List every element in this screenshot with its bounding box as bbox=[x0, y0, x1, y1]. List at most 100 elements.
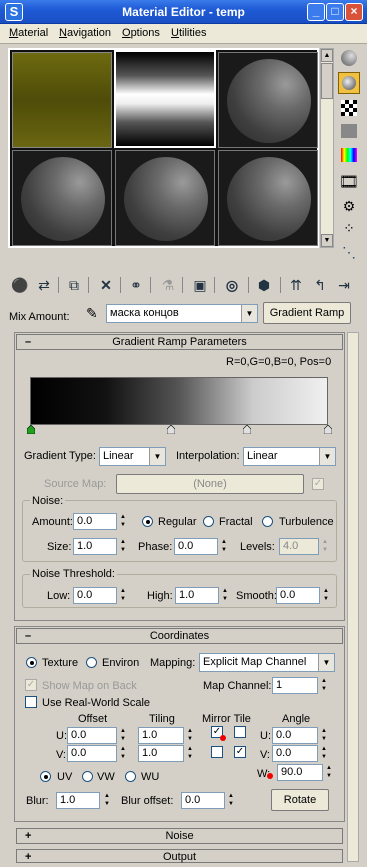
threshold-smooth-spinner[interactable]: ▲ ▼ bbox=[321, 587, 331, 604]
pick-material-eyedropper-icon[interactable]: ✎ bbox=[86, 305, 98, 322]
scroll-thumb[interactable] bbox=[321, 63, 333, 99]
chevron-down-icon[interactable]: ▼ bbox=[318, 654, 334, 671]
put-to-scene-icon[interactable]: ⇄ bbox=[34, 274, 54, 296]
source-map-button[interactable]: (None) bbox=[116, 474, 304, 494]
u-angle-spinner[interactable]: ▲ ▼ bbox=[319, 727, 329, 744]
menu-utilities[interactable]: Utilities bbox=[171, 27, 206, 39]
get-material-icon[interactable]: ⚫ bbox=[10, 274, 30, 296]
put-to-library-icon[interactable]: ⚗ bbox=[158, 274, 178, 296]
reset-map-icon[interactable]: ✕ bbox=[96, 274, 116, 296]
v-angle-spinner[interactable]: ▲ ▼ bbox=[319, 745, 329, 762]
sample-slot-4[interactable] bbox=[12, 150, 112, 246]
threshold-low-field[interactable]: 0.0 bbox=[73, 587, 117, 604]
material-map-navigator-icon[interactable]: ⋱ bbox=[338, 244, 360, 266]
sample-type-icon[interactable] bbox=[341, 50, 357, 66]
gradient-type-select[interactable]: Linear ▼ bbox=[99, 447, 166, 466]
show-map-on-back-checkbox[interactable]: ✓ bbox=[25, 679, 37, 691]
source-map-checkbox[interactable]: ✓ bbox=[312, 478, 324, 490]
threshold-smooth-field[interactable]: 0.0 bbox=[276, 587, 320, 604]
chevron-down-icon[interactable]: ▼ bbox=[149, 448, 165, 465]
noise-regular-radio[interactable] bbox=[142, 516, 153, 527]
material-effects-channel-icon[interactable]: ▣ bbox=[190, 274, 210, 296]
map-channel-field[interactable]: 1 bbox=[272, 677, 318, 694]
video-color-check-icon[interactable] bbox=[341, 148, 357, 162]
rotate-button[interactable]: Rotate bbox=[271, 789, 329, 811]
slots-scrollbar[interactable]: ▲ ▼ bbox=[320, 48, 334, 248]
close-button[interactable]: × bbox=[345, 3, 363, 21]
coordinates-rollout-header[interactable]: – Coordinates bbox=[16, 628, 343, 644]
noise-turbulence-radio[interactable] bbox=[262, 516, 273, 527]
w-angle-spinner[interactable]: ▲ ▼ bbox=[324, 764, 334, 781]
map-type-button[interactable]: Gradient Ramp bbox=[263, 302, 351, 324]
v-tile-checkbox[interactable]: ✓ bbox=[234, 746, 246, 758]
vw-radio[interactable] bbox=[82, 771, 93, 782]
blur-offset-spinner[interactable]: ▲ ▼ bbox=[226, 792, 236, 809]
ramp-flag-icon[interactable] bbox=[324, 425, 332, 434]
menu-material[interactable]: Material bbox=[9, 27, 48, 39]
v-angle-field[interactable]: 0.0 bbox=[272, 745, 318, 762]
go-to-sibling-icon[interactable]: ⇥ bbox=[334, 274, 354, 296]
select-by-material-icon[interactable]: ⁘ bbox=[338, 220, 360, 242]
scroll-down-arrow-icon[interactable]: ▼ bbox=[321, 234, 333, 247]
backlight-icon[interactable] bbox=[338, 72, 360, 94]
u-tile-checkbox[interactable] bbox=[234, 726, 246, 738]
map-channel-spinner[interactable]: ▲ ▼ bbox=[319, 677, 329, 694]
chevron-down-icon[interactable]: ▼ bbox=[241, 305, 257, 322]
v-mirror-checkbox[interactable] bbox=[211, 746, 223, 758]
noise-rollout-header[interactable]: + Noise bbox=[16, 828, 343, 844]
w-angle-field[interactable]: 90.0 bbox=[277, 764, 323, 781]
chevron-down-icon[interactable]: ▼ bbox=[319, 448, 335, 465]
threshold-high-field[interactable]: 1.0 bbox=[175, 587, 219, 604]
sample-slot-1[interactable] bbox=[12, 52, 112, 148]
gradient-ramp-bar[interactable] bbox=[30, 377, 328, 425]
noise-fractal-radio[interactable] bbox=[203, 516, 214, 527]
sample-slot-6[interactable] bbox=[218, 150, 318, 246]
sample-slot-5[interactable] bbox=[115, 150, 215, 246]
output-rollout-header[interactable]: + Output bbox=[16, 849, 343, 863]
go-forward-to-sibling-icon[interactable]: ↰ bbox=[310, 274, 330, 296]
blur-offset-field[interactable]: 0.0 bbox=[181, 792, 225, 809]
uv-radio[interactable] bbox=[40, 771, 51, 782]
noise-levels-field[interactable]: 4.0 bbox=[279, 538, 319, 555]
make-preview-icon[interactable]: 🎞 bbox=[338, 172, 360, 194]
environ-radio[interactable] bbox=[86, 657, 97, 668]
minimize-button[interactable]: _ bbox=[307, 3, 325, 21]
noise-size-spinner[interactable]: ▲ ▼ bbox=[118, 538, 128, 555]
noise-amount-spinner[interactable]: ▲ ▼ bbox=[118, 513, 128, 530]
threshold-low-spinner[interactable]: ▲ ▼ bbox=[118, 587, 128, 604]
scroll-up-arrow-icon[interactable]: ▲ bbox=[321, 49, 333, 62]
gradient-ramp-rollout-header[interactable]: – Gradient Ramp Parameters bbox=[16, 334, 343, 350]
noise-phase-spinner[interactable]: ▲ ▼ bbox=[219, 538, 229, 555]
options-icon[interactable]: ⚙ bbox=[338, 198, 360, 220]
sample-slot-active[interactable] bbox=[114, 50, 216, 148]
noise-phase-field[interactable]: 0.0 bbox=[174, 538, 218, 555]
v-offset-field[interactable]: 0.0 bbox=[67, 745, 117, 762]
real-world-scale-checkbox[interactable] bbox=[25, 696, 37, 708]
u-tiling-field[interactable]: 1.0 bbox=[138, 727, 184, 744]
noise-amount-field[interactable]: 0.0 bbox=[73, 513, 117, 530]
background-icon[interactable] bbox=[341, 100, 357, 116]
v-tiling-field[interactable]: 1.0 bbox=[138, 745, 184, 762]
sample-uv-tiling-icon[interactable] bbox=[341, 124, 357, 138]
interpolation-select[interactable]: Linear ▼ bbox=[243, 447, 336, 466]
ramp-flag-icon[interactable] bbox=[243, 425, 251, 434]
panel-scrollbar[interactable] bbox=[347, 332, 359, 862]
show-map-in-viewport-icon[interactable]: ◎ bbox=[222, 274, 242, 296]
u-angle-field[interactable]: 0.0 bbox=[272, 727, 318, 744]
u-tiling-spinner[interactable]: ▲ ▼ bbox=[185, 727, 195, 744]
mapping-select[interactable]: Explicit Map Channel ▼ bbox=[199, 653, 335, 672]
title-bar[interactable]: S Material Editor - temp _ □ × bbox=[0, 0, 367, 24]
ramp-flag-green-icon[interactable] bbox=[27, 425, 35, 434]
noise-levels-spinner[interactable]: ▲ ▼ bbox=[320, 538, 330, 555]
make-unique-icon[interactable]: ⚭ bbox=[126, 274, 146, 296]
menu-navigation[interactable]: Navigation bbox=[59, 27, 111, 39]
u-offset-spinner[interactable]: ▲ ▼ bbox=[118, 727, 128, 744]
map-name-combo[interactable]: маска концов ▼ bbox=[106, 304, 258, 323]
menu-options[interactable]: Options bbox=[122, 27, 160, 39]
blur-field[interactable]: 1.0 bbox=[56, 792, 100, 809]
threshold-high-spinner[interactable]: ▲ ▼ bbox=[220, 587, 230, 604]
maximize-button[interactable]: □ bbox=[326, 3, 344, 21]
ramp-flag-icon[interactable] bbox=[167, 425, 175, 434]
texture-radio[interactable] bbox=[26, 657, 37, 668]
u-offset-field[interactable]: 0.0 bbox=[67, 727, 117, 744]
